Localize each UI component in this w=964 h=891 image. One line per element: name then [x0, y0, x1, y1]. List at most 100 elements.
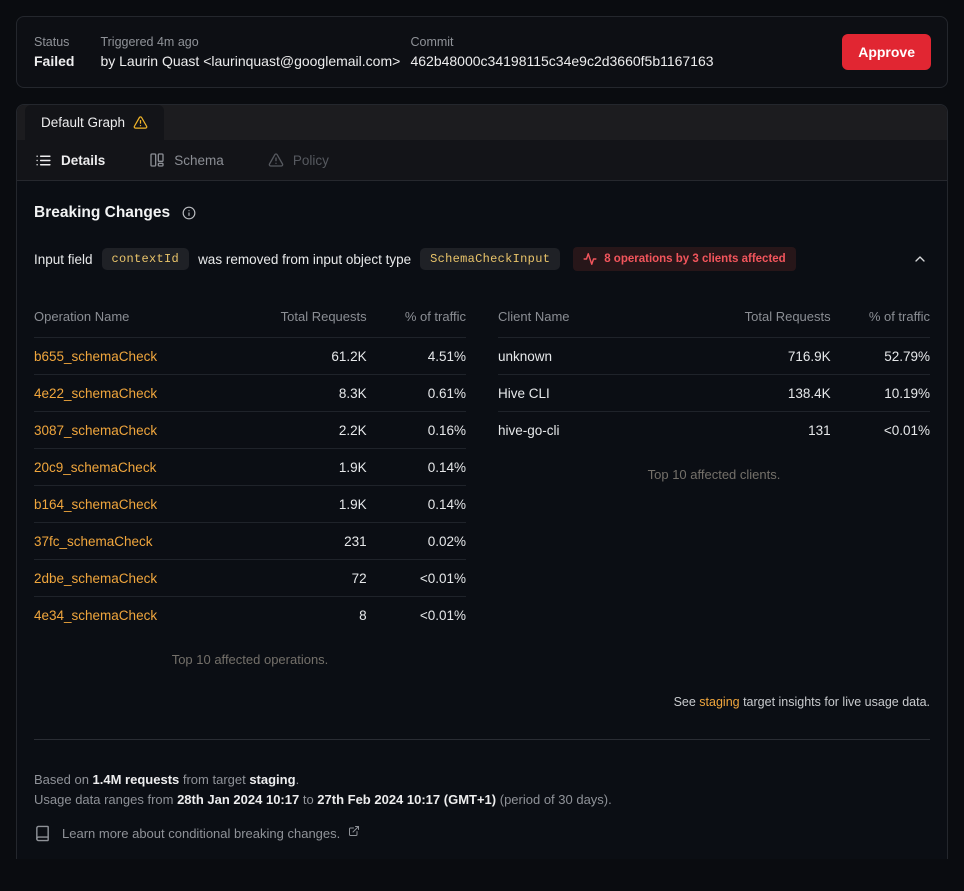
operation-traffic: <0.01% — [367, 597, 466, 634]
section-title: Breaking Changes — [34, 204, 170, 222]
usage-text: Based on — [34, 772, 93, 787]
operation-link[interactable]: 4e22_schemaCheck — [34, 386, 157, 401]
col-operation-name: Operation Name — [34, 297, 241, 338]
details-content: Breaking Changes Input field contextId w… — [17, 181, 947, 859]
operation-row: b164_schemaCheck 1.9K 0.14% — [34, 486, 466, 523]
usage-text: Usage data ranges from — [34, 792, 177, 807]
insights-note: See staging target insights for live usa… — [34, 695, 930, 709]
field-code-chip: contextId — [102, 248, 190, 270]
client-traffic: <0.01% — [831, 412, 930, 449]
clients-table-header-row: Client Name Total Requests % of traffic — [498, 297, 930, 338]
operation-link[interactable]: b655_schemaCheck — [34, 349, 157, 364]
tab-details-label: Details — [61, 153, 105, 168]
operation-row: 2dbe_schemaCheck 72 <0.01% — [34, 560, 466, 597]
breaking-changes-header: Breaking Changes — [34, 204, 930, 222]
columns-icon — [149, 152, 165, 168]
usage-text: to — [299, 792, 317, 807]
operation-link[interactable]: 4e34_schemaCheck — [34, 608, 157, 623]
tab-default-graph[interactable]: Default Graph — [25, 105, 164, 140]
affected-badge-label: 8 operations by 3 clients affected — [604, 253, 786, 265]
tab-schema-label: Schema — [174, 153, 224, 168]
footer-divider — [34, 739, 930, 740]
operations-table-header-row: Operation Name Total Requests % of traff… — [34, 297, 466, 338]
operation-link[interactable]: b164_schemaCheck — [34, 497, 157, 512]
operation-requests: 2.2K — [241, 412, 366, 449]
client-row: hive-go-cli 131 <0.01% — [498, 412, 930, 449]
operation-traffic: 0.14% — [367, 486, 466, 523]
clients-caption: Top 10 affected clients. — [498, 467, 930, 482]
learn-more-link[interactable]: Learn more about conditional breaking ch… — [34, 825, 930, 842]
operation-row: 4e34_schemaCheck 8 <0.01% — [34, 597, 466, 634]
operation-row: b655_schemaCheck 61.2K 4.51% — [34, 338, 466, 375]
col-traffic: % of traffic — [831, 297, 930, 338]
operations-caption: Top 10 affected operations. — [34, 652, 466, 667]
type-code-chip: SchemaCheckInput — [420, 248, 560, 270]
operation-row: 4e22_schemaCheck 8.3K 0.61% — [34, 375, 466, 412]
usage-text: from target — [179, 772, 249, 787]
learn-more-label: Learn more about conditional breaking ch… — [62, 826, 340, 841]
usage-text: (period of 30 days). — [496, 792, 612, 807]
operations-column: Operation Name Total Requests % of traff… — [34, 297, 466, 667]
affected-tables: Operation Name Total Requests % of traff… — [34, 297, 930, 667]
affected-operations-badge: 8 operations by 3 clients affected — [573, 247, 796, 271]
warning-triangle-icon — [268, 152, 284, 168]
col-traffic: % of traffic — [367, 297, 466, 338]
book-icon — [34, 825, 51, 842]
operation-row: 3087_schemaCheck 2.2K 0.16% — [34, 412, 466, 449]
usage-summary: Based on 1.4M requests from target stagi… — [34, 770, 930, 810]
operation-traffic: 4.51% — [367, 338, 466, 375]
graph-tab-strip: Default Graph — [17, 105, 947, 140]
operation-link[interactable]: 37fc_schemaCheck — [34, 534, 153, 549]
operation-requests: 231 — [241, 523, 366, 560]
approve-button[interactable]: Approve — [842, 34, 931, 70]
col-total-requests: Total Requests — [705, 297, 830, 338]
chevron-up-icon[interactable] — [910, 249, 930, 269]
tab-details[interactable]: Details — [35, 152, 105, 169]
commit-block: Commit 462b48000c34198115c34e9c2d3660f5b… — [410, 35, 713, 69]
change-text-middle: was removed from input object type — [198, 252, 411, 267]
operation-link[interactable]: 3087_schemaCheck — [34, 423, 157, 438]
insights-note-pre: See — [674, 695, 700, 709]
list-icon — [35, 152, 52, 169]
operation-requests: 1.9K — [241, 486, 366, 523]
client-requests: 716.9K — [705, 338, 830, 375]
change-text-prefix: Input field — [34, 252, 93, 267]
insights-note-post: target insights for live usage data. — [740, 695, 930, 709]
operation-row: 20c9_schemaCheck 1.9K 0.14% — [34, 449, 466, 486]
operation-requests: 61.2K — [241, 338, 366, 375]
col-client-name: Client Name — [498, 297, 705, 338]
operation-traffic: 0.61% — [367, 375, 466, 412]
staging-target-link[interactable]: staging — [699, 695, 739, 709]
client-requests: 131 — [705, 412, 830, 449]
info-icon[interactable] — [182, 206, 196, 220]
operation-requests: 8.3K — [241, 375, 366, 412]
clients-column: Client Name Total Requests % of traffic … — [498, 297, 930, 667]
client-name: hive-go-cli — [498, 412, 705, 449]
client-name: unknown — [498, 338, 705, 375]
tab-policy-label: Policy — [293, 153, 329, 168]
client-row: unknown 716.9K 52.79% — [498, 338, 930, 375]
operation-traffic: <0.01% — [367, 560, 466, 597]
client-name: Hive CLI — [498, 375, 705, 412]
triggered-block: Triggered 4m ago by Laurin Quast <laurin… — [100, 35, 410, 69]
operation-requests: 8 — [241, 597, 366, 634]
view-toolbar: Details Schema Policy — [17, 140, 947, 181]
status-label: Status — [34, 35, 74, 49]
operations-table: Operation Name Total Requests % of traff… — [34, 297, 466, 634]
external-link-icon — [348, 825, 360, 837]
clients-table: Client Name Total Requests % of traffic … — [498, 297, 930, 449]
operation-requests: 72 — [241, 560, 366, 597]
breaking-change-accordion-row[interactable]: Input field contextId was removed from i… — [34, 247, 930, 271]
tab-policy[interactable]: Policy — [268, 152, 329, 168]
operation-link[interactable]: 2dbe_schemaCheck — [34, 571, 157, 586]
usage-text: . — [296, 772, 300, 787]
col-total-requests: Total Requests — [241, 297, 366, 338]
triggered-label: Triggered 4m ago — [100, 35, 410, 49]
tab-schema[interactable]: Schema — [149, 152, 224, 168]
operation-row: 37fc_schemaCheck 231 0.02% — [34, 523, 466, 560]
client-requests: 138.4K — [705, 375, 830, 412]
graph-tab-label: Default Graph — [41, 115, 125, 130]
range-end-date: 27th Feb 2024 10:17 (GMT+1) — [317, 792, 496, 807]
operation-link[interactable]: 20c9_schemaCheck — [34, 460, 156, 475]
status-block: Status Failed — [34, 35, 74, 69]
